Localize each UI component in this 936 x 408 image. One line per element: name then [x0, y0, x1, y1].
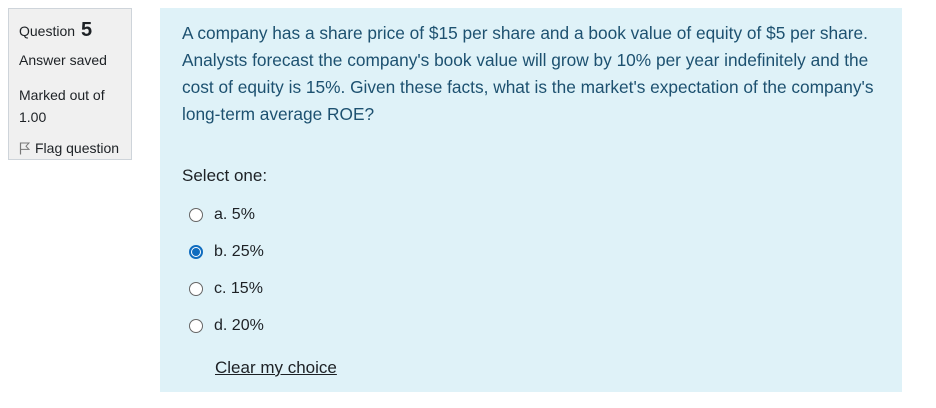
marked-out-of-label: Marked out of: [19, 87, 105, 103]
answer-state: Answer saved: [19, 52, 107, 68]
answer-option-d[interactable]: d. 20%: [182, 307, 880, 344]
answer-label-d: d. 20%: [214, 316, 264, 334]
question-content: A company has a share price of $15 per s…: [160, 8, 902, 392]
max-mark: 1.00: [19, 109, 47, 125]
question-label: Question: [19, 23, 76, 39]
clear-choice-link[interactable]: Clear my choice: [215, 358, 337, 378]
answer-list: a. 5% b. 25% c. 15% d. 20%: [182, 196, 880, 344]
answer-option-c[interactable]: c. 15%: [182, 270, 880, 307]
question-info-panel: Question 5 Answer saved Marked out of 1.…: [8, 8, 132, 160]
answer-label-b: b. 25%: [214, 242, 264, 260]
question-number: Question 5: [19, 19, 121, 42]
flag-question-button[interactable]: Flag question: [19, 140, 121, 156]
flag-question-label: Flag question: [35, 140, 120, 156]
radio-a[interactable]: [189, 207, 203, 222]
answer-label-a: a. 5%: [214, 205, 255, 223]
answer-option-b[interactable]: b. 25%: [182, 233, 880, 270]
flag-icon: [19, 142, 30, 154]
radio-c[interactable]: [189, 281, 203, 296]
select-one-prompt: Select one:: [182, 166, 268, 185]
answer-option-a[interactable]: a. 5%: [182, 196, 880, 233]
radio-d[interactable]: [189, 318, 203, 333]
answer-label-c: c. 15%: [214, 279, 263, 297]
radio-b[interactable]: [189, 244, 203, 259]
grade-info: Marked out of 1.00: [19, 84, 121, 128]
question-text: A company has a share price of $15 per s…: [182, 23, 874, 124]
question-number-value: 5: [80, 19, 93, 41]
